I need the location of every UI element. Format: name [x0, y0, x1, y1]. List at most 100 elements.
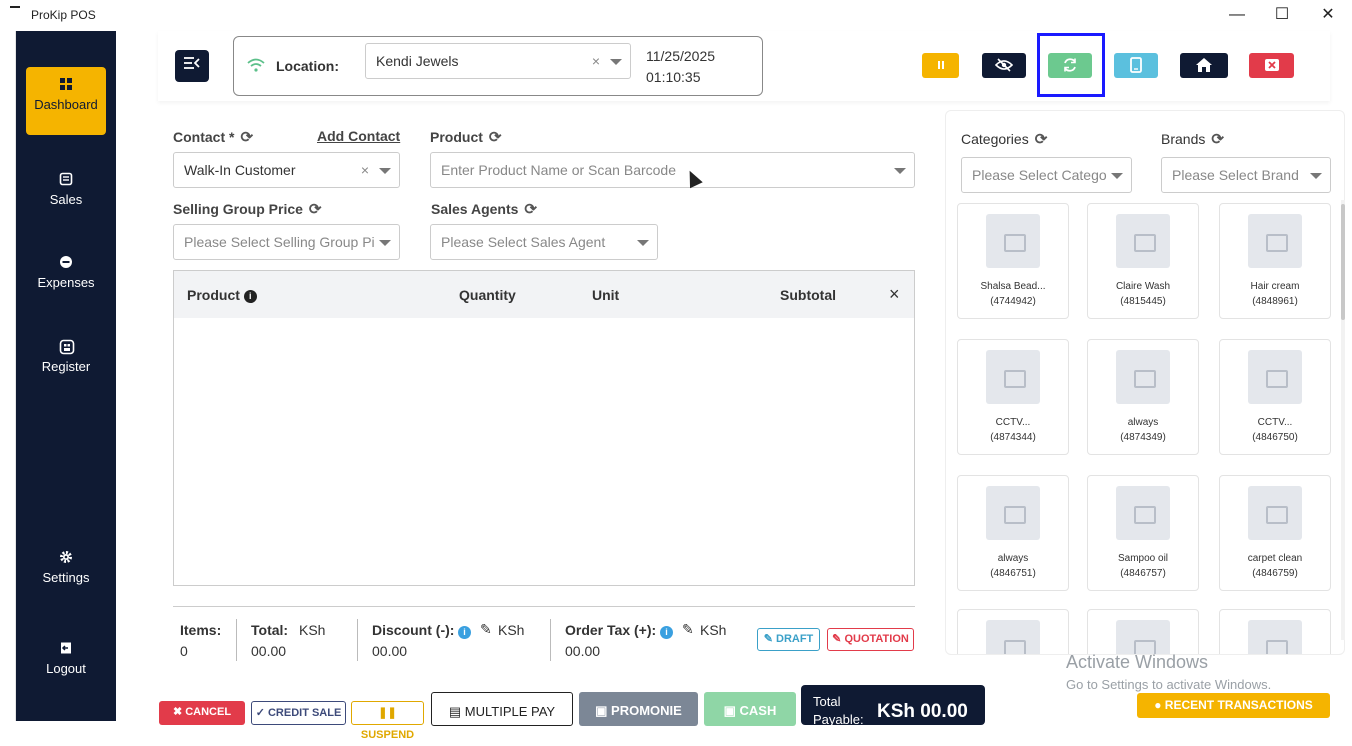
product-code: (4874349) — [1120, 432, 1166, 443]
edit-discount-icon[interactable]: ✎ — [480, 621, 492, 638]
home-button[interactable] — [1180, 53, 1228, 78]
tablet-button[interactable] — [1114, 53, 1158, 78]
product-scrollbar-thumb[interactable] — [1341, 204, 1345, 320]
receipt-icon — [59, 172, 73, 186]
product-tile[interactable] — [1219, 609, 1331, 654]
credit-sale-button[interactable]: ✓ CREDIT SALE — [251, 701, 346, 725]
tax-info-icon[interactable]: i — [660, 623, 673, 641]
pause-icon — [937, 61, 944, 69]
clear-icon[interactable]: × — [361, 153, 369, 187]
exit-pos-button[interactable] — [1249, 53, 1294, 78]
info-icon[interactable]: i — [243, 290, 257, 303]
suspend-button[interactable]: ❚❚ SUSPEND — [351, 701, 424, 741]
product-name: always — [1127, 417, 1159, 428]
refresh-icon[interactable]: ⟳ — [1211, 131, 1224, 148]
refresh-button[interactable] — [1048, 53, 1092, 78]
total-value: 00.00 — [251, 643, 287, 659]
product-code: (4848961) — [1252, 296, 1298, 307]
product-tile[interactable]: CCTV... (4874344) — [957, 339, 1069, 455]
gear-icon — [59, 550, 73, 564]
sidebar-item-sales[interactable]: Sales — [26, 162, 106, 230]
minimize-button[interactable]: — — [1222, 4, 1252, 26]
image-placeholder-icon — [1248, 214, 1302, 268]
location-value: Kendi Jewels — [376, 53, 459, 69]
chevron-down-icon — [610, 59, 622, 65]
refresh-icon[interactable]: ⟳ — [240, 129, 253, 146]
image-placeholder-icon — [1248, 350, 1302, 404]
product-tile[interactable] — [957, 609, 1069, 654]
category-select[interactable]: Please Select Catego — [961, 157, 1132, 193]
discount-currency: KSh — [498, 622, 525, 638]
selling-group-label: Selling Group Price ⟳ — [173, 200, 322, 218]
contact-select[interactable]: Walk-In Customer × — [173, 152, 400, 188]
refresh-icon[interactable]: ⟳ — [1035, 131, 1048, 148]
total-payable-box: Total Payable: KSh 00.00 — [801, 685, 985, 727]
collapse-menu-button[interactable] — [175, 50, 209, 82]
selling-group-placeholder: Please Select Selling Group Pi — [184, 234, 375, 250]
product-tile[interactable]: carpet clean (4846759) — [1219, 475, 1331, 591]
eye-slash-icon — [994, 58, 1014, 72]
selling-group-select[interactable]: Please Select Selling Group Pi — [173, 224, 400, 260]
close-window-button[interactable]: ✕ — [1313, 4, 1343, 26]
logout-icon — [59, 641, 73, 655]
quotation-button[interactable]: ✎ QUOTATION — [827, 628, 914, 651]
sales-agents-label-text: Sales Agents — [431, 201, 519, 217]
app-logo-icon — [10, 6, 20, 9]
tax-value: 00.00 — [565, 643, 601, 659]
product-tile[interactable]: Claire Wash (4815445) — [1087, 203, 1199, 319]
location-select[interactable]: Kendi Jewels × — [365, 43, 631, 79]
refresh-icon[interactable]: ⟳ — [489, 129, 502, 146]
product-tile[interactable]: Hair cream (4848961) — [1219, 203, 1331, 319]
product-code: (4846750) — [1252, 432, 1298, 443]
clear-icon[interactable]: × — [592, 44, 600, 78]
maximize-button[interactable]: ☐ — [1267, 4, 1297, 26]
sidebar-item-label: Settings — [42, 570, 90, 585]
hide-button[interactable] — [982, 53, 1026, 78]
sidebar-item-expenses[interactable]: Expenses — [26, 245, 106, 313]
sidebar-item-logout[interactable]: Logout — [26, 631, 106, 699]
sidebar-item-settings[interactable]: Settings — [26, 540, 106, 608]
product-tile[interactable]: always (4874349) — [1087, 339, 1199, 455]
add-contact-link[interactable]: Add Contact — [317, 128, 400, 144]
product-search-select[interactable]: Enter Product Name or Scan Barcode — [430, 152, 915, 188]
product-name: Sampoo oil — [1117, 553, 1169, 564]
refresh-icon[interactable]: ⟳ — [309, 201, 322, 218]
refresh-icon[interactable]: ⟳ — [524, 201, 537, 218]
product-tile[interactable]: Shalsa Bead... (4744942) — [957, 203, 1069, 319]
brand-select[interactable]: Please Select Brand — [1161, 157, 1331, 193]
recent-transactions-button[interactable]: ● RECENT TRANSACTIONS — [1137, 693, 1330, 718]
chevron-down-icon — [1111, 173, 1123, 179]
image-placeholder-icon — [1116, 486, 1170, 540]
discount-value: 00.00 — [372, 643, 408, 659]
items-label: Items: — [180, 622, 222, 638]
quotation-label: QUOTATION — [844, 633, 909, 645]
image-placeholder-icon — [986, 620, 1040, 654]
pause-button[interactable] — [922, 53, 959, 78]
column-subtotal: Subtotal — [780, 287, 836, 303]
chevron-down-icon — [1310, 173, 1322, 179]
draft-button[interactable]: ✎ DRAFT — [757, 628, 820, 651]
window-edge — [0, 31, 16, 721]
edit-tax-icon[interactable]: ✎ — [682, 621, 694, 638]
discount-info-icon[interactable]: i — [458, 623, 471, 641]
product-name: Hair cream — [1250, 281, 1300, 292]
product-tile[interactable] — [1087, 609, 1199, 654]
clear-cart-icon[interactable]: × — [889, 284, 900, 305]
cancel-label: CANCEL — [185, 706, 232, 718]
window-titlebar: ProKip POS — ☐ ✕ — [0, 0, 1352, 31]
product-tile[interactable]: always (4846751) — [957, 475, 1069, 591]
divider — [236, 619, 237, 661]
recent-transactions-label: RECENT TRANSACTIONS — [1164, 698, 1313, 712]
column-product: Product i — [187, 287, 257, 303]
product-tile[interactable]: Sampoo oil (4846757) — [1087, 475, 1199, 591]
activate-windows-subtitle: Go to Settings to activate Windows. — [1066, 677, 1272, 692]
image-placeholder-icon — [1248, 620, 1302, 654]
product-name: Shalsa Bead... — [980, 281, 1046, 292]
brand-placeholder: Please Select Brand — [1172, 167, 1299, 183]
product-code: (4744942) — [990, 296, 1036, 307]
product-tile[interactable]: CCTV... (4846750) — [1219, 339, 1331, 455]
sales-agent-select[interactable]: Please Select Sales Agent — [430, 224, 658, 260]
sidebar-item-register[interactable]: Register — [26, 329, 106, 397]
sidebar-item-dashboard[interactable]: Dashboard — [26, 67, 106, 135]
cancel-button[interactable]: ✖ CANCEL — [159, 701, 245, 725]
